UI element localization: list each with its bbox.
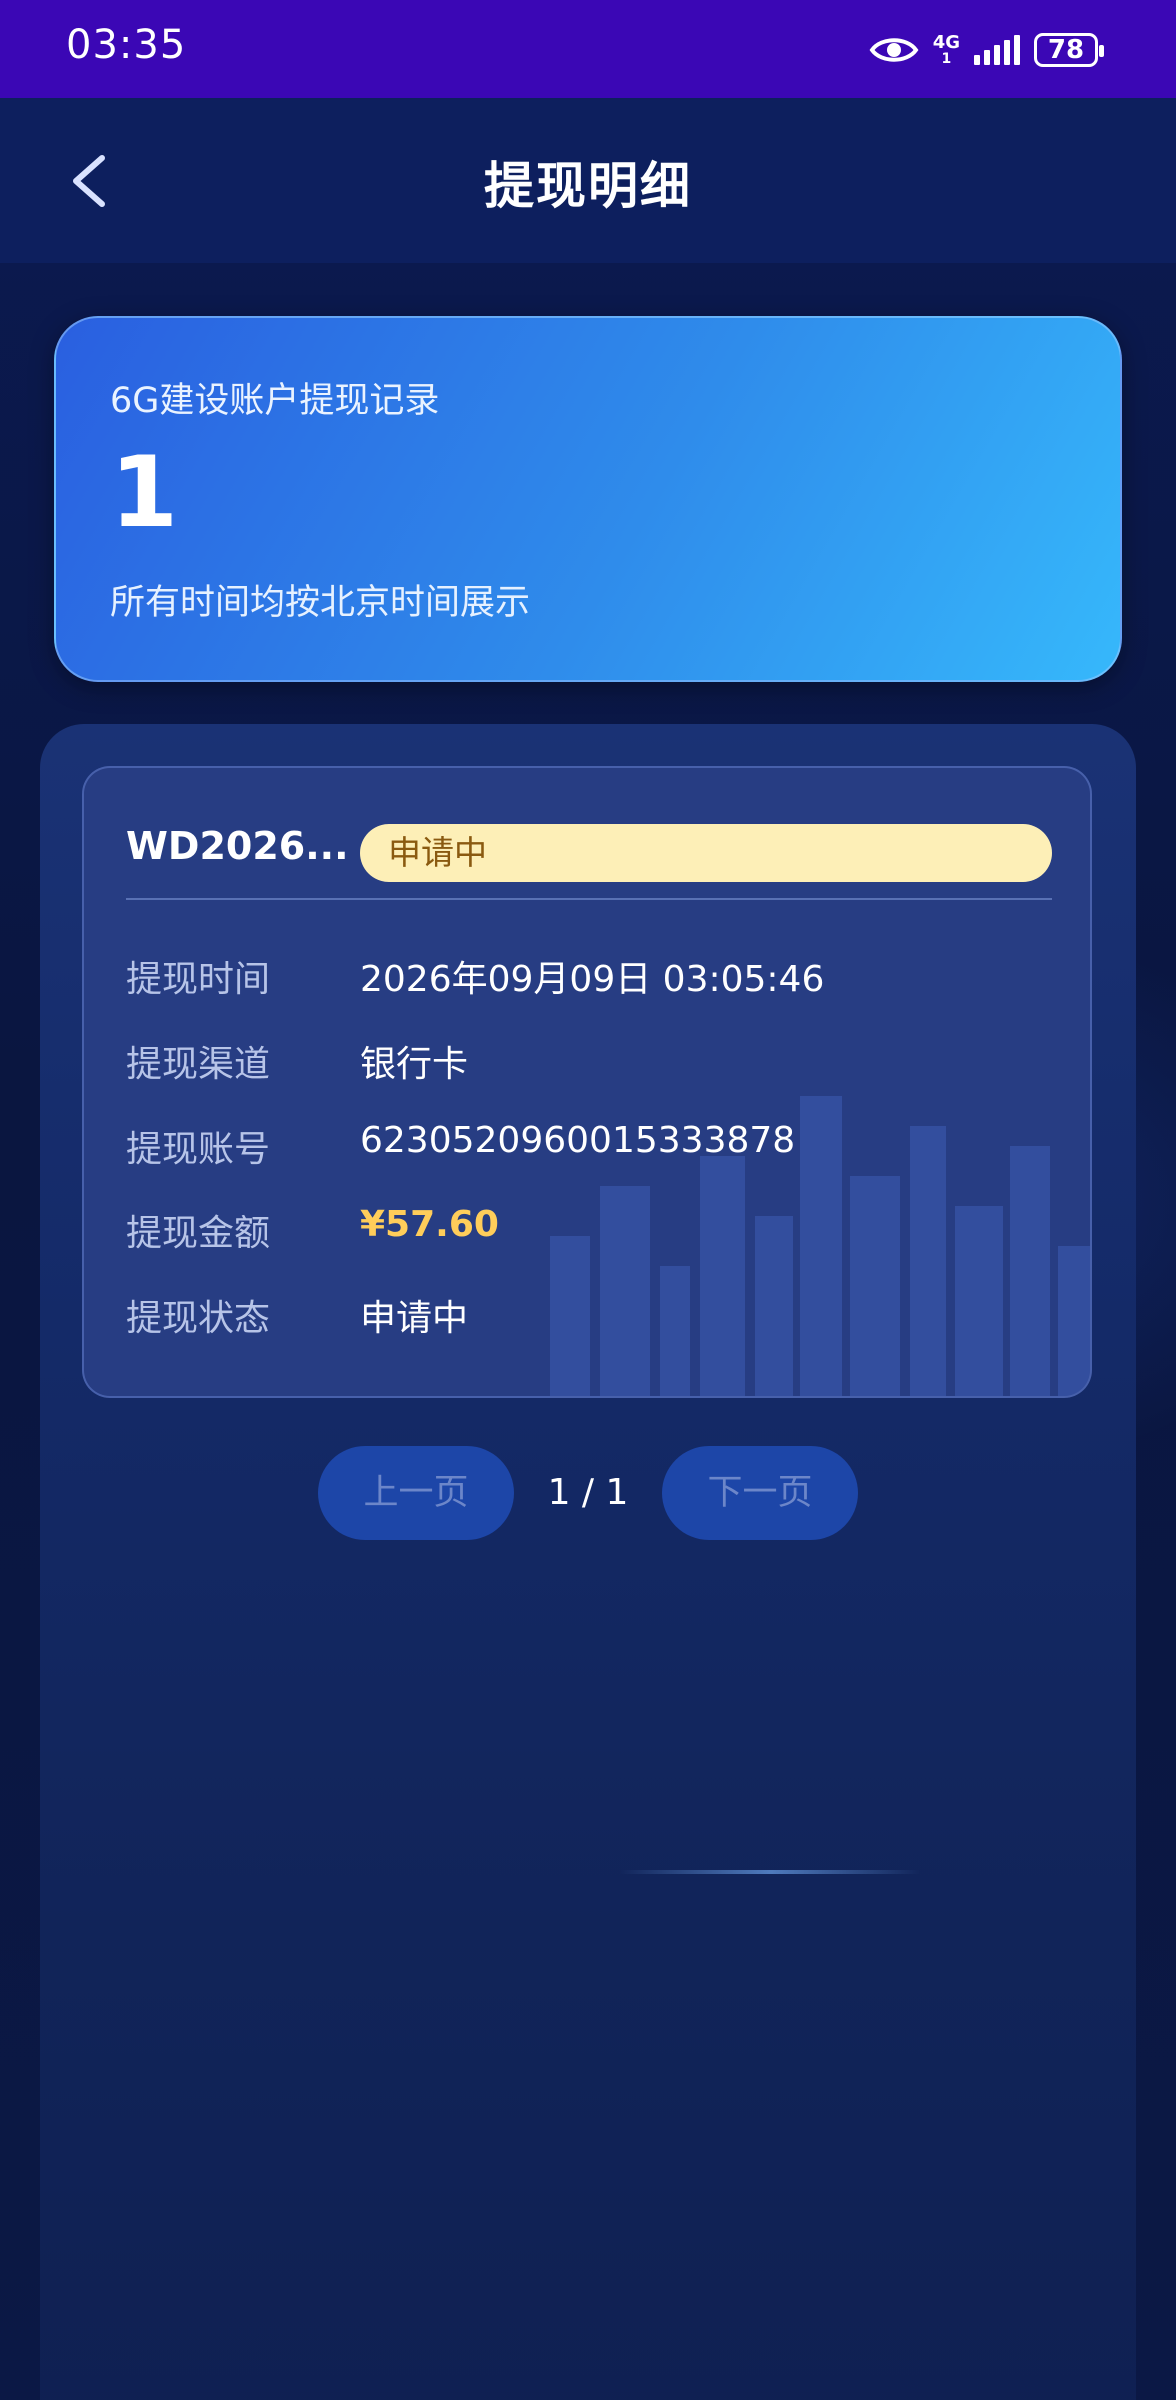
prev-page-button[interactable]: 上一页 [318, 1446, 514, 1540]
divider [126, 898, 1052, 900]
signal-icon [974, 35, 1020, 65]
battery-icon: 78 [1034, 33, 1104, 67]
status-icons: 4G 1 78 [869, 26, 1104, 74]
status-bar: 03:35 4G 1 78 [0, 0, 1176, 98]
timezone-note: 所有时间均按北京时间展示 [110, 583, 531, 623]
record-count: 1 [110, 436, 179, 550]
summary-label: 6G建设账户提现记录 [110, 381, 440, 421]
order-id: WD2026... [126, 824, 349, 868]
records-panel: WD2026... 申请中 提现时间 2026年09月09日 03:05:46 … [40, 724, 1136, 2400]
nav-bar: 提现明细 [0, 98, 1176, 263]
status-badge: 申请中 [360, 824, 1052, 882]
detail-label: 提现金额 [126, 1213, 271, 1254]
pagination: 上一页 1 / 1 下一页 [40, 1446, 1136, 1540]
withdrawal-account: 6230520960015333878 [360, 1120, 796, 1161]
status-time: 03:35 [66, 22, 187, 68]
detail-label: 提现时间 [126, 959, 271, 1000]
summary-card: 6G建设账户提现记录 1 所有时间均按北京时间展示 [54, 316, 1122, 682]
withdrawal-amount: ¥57.60 [360, 1204, 499, 1245]
network-label: 4G 1 [932, 32, 960, 67]
next-page-button[interactable]: 下一页 [662, 1446, 858, 1540]
page-title: 提现明细 [484, 157, 692, 215]
withdrawal-time: 2026年09月09日 03:05:46 [360, 959, 825, 1000]
city-skyline-decoration [550, 1096, 1090, 1396]
battery-level: 78 [1047, 35, 1085, 65]
withdrawal-status: 申请中 [360, 1298, 469, 1339]
page-indicator: 1 / 1 [547, 1472, 629, 1513]
detail-label: 提现状态 [126, 1298, 271, 1339]
eye-icon [869, 38, 919, 62]
page: 03:35 4G 1 78 提现明细 6G建设账户提现记录 1 所有时间均按北京… [0, 0, 1176, 2400]
detail-label: 提现渠道 [126, 1044, 271, 1085]
detail-label: 提现账号 [126, 1129, 271, 1170]
withdrawal-channel: 银行卡 [360, 1044, 469, 1085]
withdrawal-record-card[interactable]: WD2026... 申请中 提现时间 2026年09月09日 03:05:46 … [82, 766, 1092, 1398]
network-type: 4G [932, 32, 960, 53]
decorative-glow [620, 1870, 920, 1874]
network-slot: 1 [941, 51, 952, 67]
